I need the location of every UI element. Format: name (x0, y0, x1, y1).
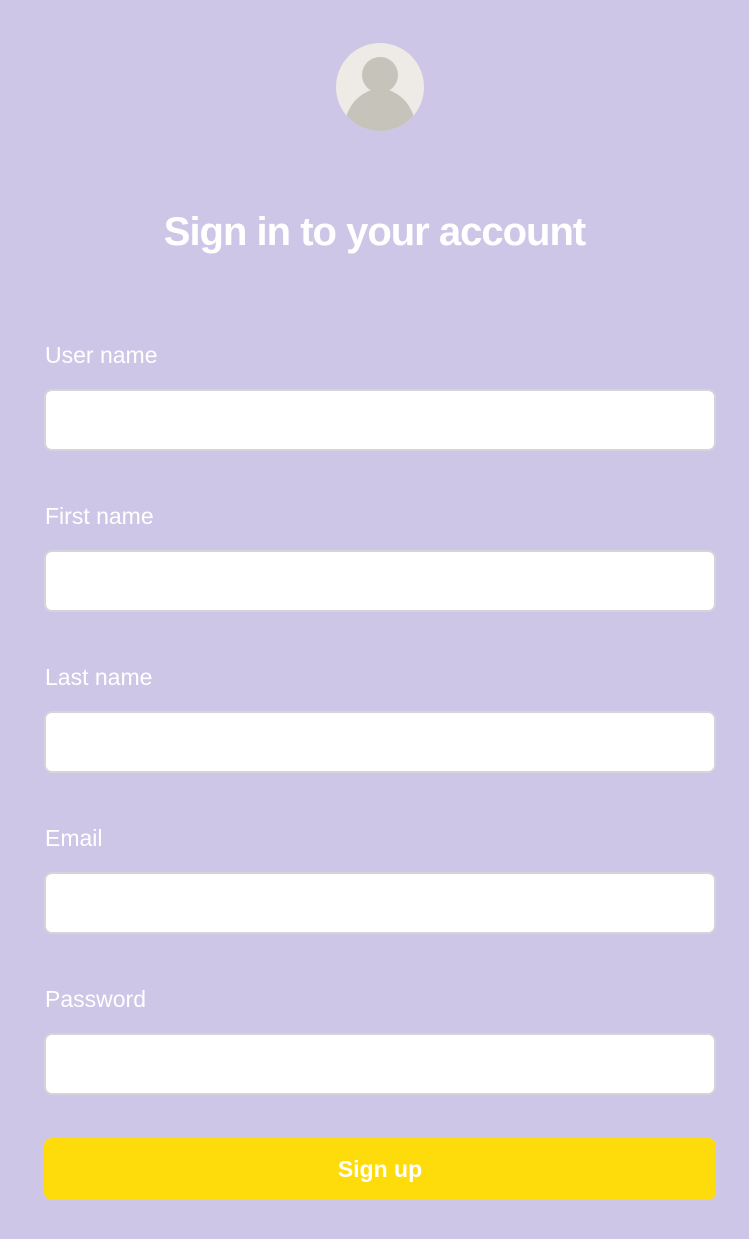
last-name-input[interactable] (44, 711, 716, 773)
last-name-label: Last name (45, 664, 153, 690)
username-label: User name (45, 342, 158, 368)
sign-up-button[interactable]: Sign up (44, 1138, 716, 1200)
first-name-input[interactable] (44, 550, 716, 612)
user-avatar-icon (336, 43, 424, 131)
password-label: Password (45, 986, 146, 1012)
email-label: Email (45, 825, 103, 851)
first-name-label: First name (45, 503, 154, 529)
username-input[interactable] (44, 389, 716, 451)
page-title: Sign in to your account (163, 210, 586, 254)
password-input[interactable] (44, 1033, 716, 1095)
email-input[interactable] (44, 872, 716, 934)
person-silhouette-icon (344, 57, 416, 131)
